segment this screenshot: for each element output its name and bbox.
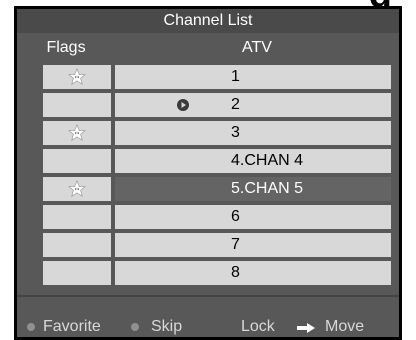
channel-row[interactable]: 1 (17, 65, 399, 89)
channel-row[interactable]: 7 (17, 233, 399, 257)
channel-name-cell[interactable]: 1 (115, 65, 391, 89)
channel-name: 2 (231, 96, 240, 113)
channel-row[interactable]: 6 (17, 205, 399, 229)
atv-column-header: ATV (242, 39, 272, 56)
channel-name: 3 (231, 124, 240, 141)
star-icon (68, 68, 86, 86)
channel-row[interactable]: 8 (17, 261, 399, 285)
favorite-dot-icon (27, 323, 35, 331)
channel-name-cell[interactable]: 4.CHAN 4 (115, 149, 391, 173)
channel-row[interactable]: 2 (17, 93, 399, 117)
flag-cell[interactable] (43, 149, 111, 173)
flag-cell[interactable] (43, 205, 111, 229)
channel-name-cell[interactable]: 6 (115, 205, 391, 229)
star-icon (68, 124, 86, 142)
play-icon (177, 99, 189, 111)
channel-name: 7 (231, 236, 240, 253)
flag-cell[interactable] (43, 261, 111, 285)
channel-row[interactable]: 3 (17, 121, 399, 145)
footer-legend: Favorite Skip Lock Move (17, 315, 399, 337)
arrow-right-icon (297, 323, 315, 333)
channel-name-cell[interactable]: 7 (115, 233, 391, 257)
channel-name: 4.CHAN 4 (231, 152, 304, 169)
skip-dot-icon (131, 323, 139, 331)
channel-row[interactable]: 4.CHAN 4 (17, 149, 399, 173)
flag-cell[interactable] (43, 177, 111, 201)
channel-name-cell[interactable]: 2 (115, 93, 391, 117)
panel-title: Channel List (17, 9, 399, 33)
flag-cell[interactable] (43, 121, 111, 145)
channel-name: 8 (231, 264, 240, 281)
footer-divider (17, 295, 399, 297)
channel-list-panel: Channel List Flags ATV 1 2 3 4.CHAN 4 5.CHAN… (14, 6, 402, 340)
channel-row[interactable]: 5.CHAN 5 (17, 177, 399, 201)
channel-name-cell[interactable]: 3 (115, 121, 391, 145)
flag-cell[interactable] (43, 93, 111, 117)
move-label: Move (325, 318, 365, 335)
flag-cell[interactable] (43, 233, 111, 257)
flag-cell[interactable] (43, 65, 111, 89)
channel-name: 5.CHAN 5 (231, 180, 304, 197)
channel-name-cell[interactable]: 8 (115, 261, 391, 285)
lock-label: Lock (241, 318, 275, 335)
flags-column-header: Flags (46, 39, 86, 56)
skip-label: Skip (151, 318, 183, 335)
channel-name: 1 (231, 68, 240, 85)
favorite-label: Favorite (43, 318, 101, 335)
channel-name: 6 (231, 208, 240, 225)
channel-name-cell[interactable]: 5.CHAN 5 (115, 177, 391, 201)
star-icon (68, 180, 86, 198)
